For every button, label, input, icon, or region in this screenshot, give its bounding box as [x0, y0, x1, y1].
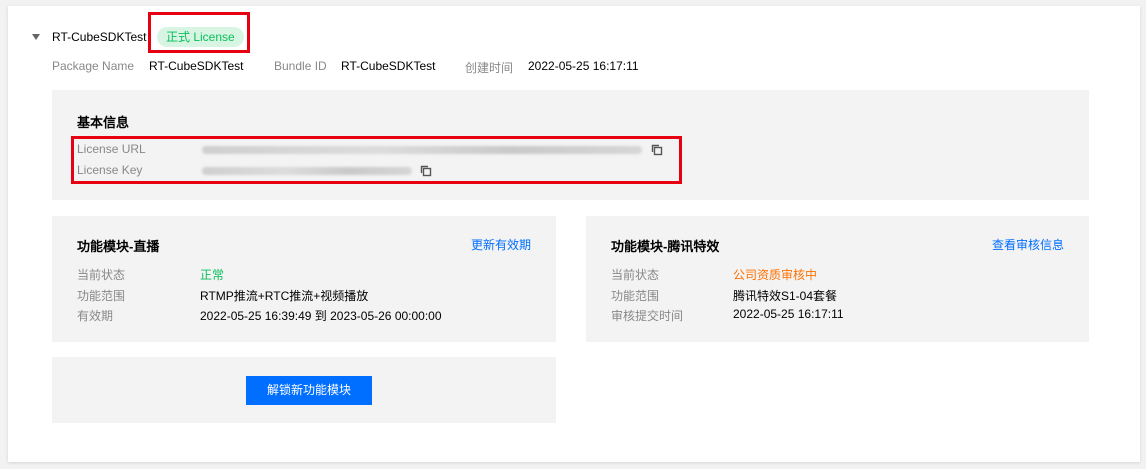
effects-module-panel: 功能模块-腾讯特效 查看审核信息 当前状态 公司资质审核中 功能范围 腾讯特效S… — [586, 216, 1089, 342]
live-scope-label: 功能范围 — [77, 289, 126, 303]
renew-validity-link[interactable]: 更新有效期 — [471, 236, 531, 253]
badge-highlight-box — [148, 12, 250, 53]
created-time-value: 2022-05-25 16:17:11 — [528, 59, 639, 73]
bundle-id-label: Bundle ID — [274, 59, 327, 73]
effects-module-title: 功能模块-腾讯特效 — [611, 239, 720, 254]
effects-scope-label: 功能范围 — [611, 289, 660, 303]
view-review-info-link[interactable]: 查看审核信息 — [992, 236, 1064, 253]
effects-status-value: 公司资质审核中 — [733, 268, 818, 282]
unlock-new-module-button[interactable]: 解锁新功能模块 — [246, 376, 372, 405]
live-validity-value: 2022-05-25 16:39:49 到 2023-05-26 00:00:0… — [200, 309, 442, 323]
package-name-value: RT-CubeSDKTest — [149, 59, 244, 73]
live-status-label: 当前状态 — [77, 268, 126, 282]
effects-submit-time-value: 2022-05-25 16:17:11 — [733, 307, 844, 321]
live-scope-value: RTMP推流+RTC推流+视频播放 — [200, 289, 369, 303]
bundle-id-value: RT-CubeSDKTest — [341, 59, 436, 73]
live-module-panel: 功能模块-直播 更新有效期 当前状态 正常 功能范围 RTMP推流+RTC推流+… — [52, 216, 556, 342]
package-name-label: Package Name — [52, 59, 135, 73]
collapse-caret-icon[interactable] — [32, 34, 40, 40]
created-time-label: 创建时间 — [465, 61, 514, 75]
license-card: RT-CubeSDKTest 正式 License Package Name R… — [8, 6, 1140, 462]
license-info-highlight-box — [71, 136, 682, 184]
effects-scope-value: 腾讯特效S1-04套餐 — [733, 289, 838, 303]
effects-submit-time-label: 审核提交时间 — [611, 309, 684, 323]
basic-info-title: 基本信息 — [77, 115, 130, 130]
live-module-title: 功能模块-直播 — [77, 239, 160, 254]
effects-status-label: 当前状态 — [611, 268, 660, 282]
live-status-value: 正常 — [200, 268, 225, 282]
live-validity-label: 有效期 — [77, 309, 114, 323]
app-title: RT-CubeSDKTest — [52, 30, 147, 44]
